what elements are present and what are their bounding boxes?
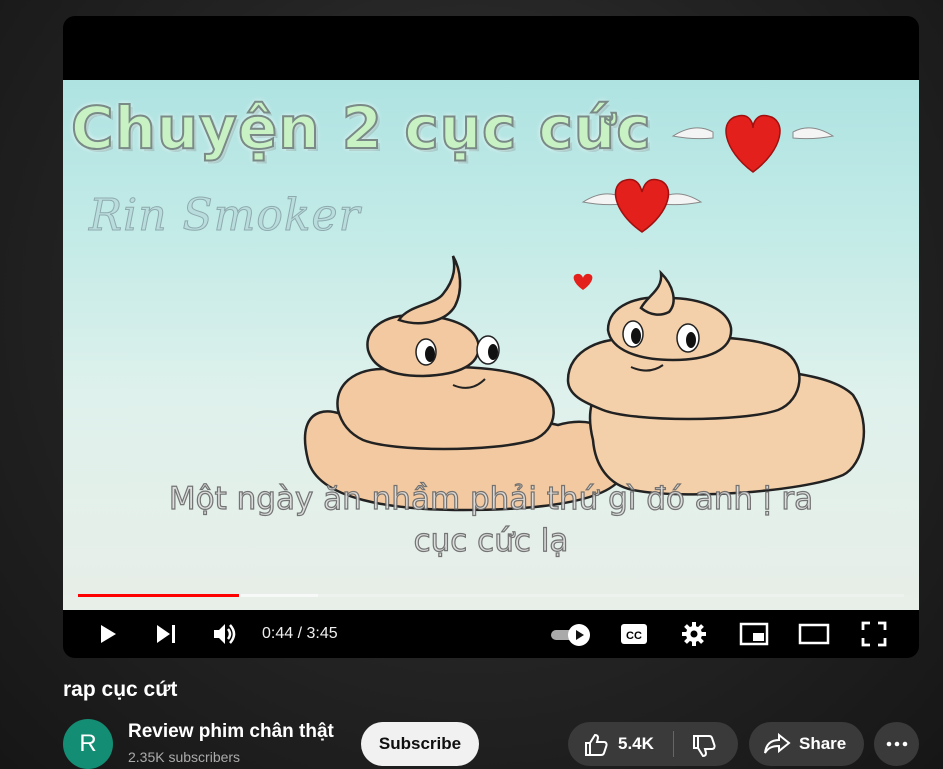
progress-bar[interactable] [78,594,904,597]
theater-icon [798,623,830,645]
right-poop-character [566,269,866,496]
time-display: 0:44 / 3:45 [262,625,338,642]
like-button[interactable]: 5.4K [568,722,673,766]
thumbs-down-icon [693,735,716,758]
next-button[interactable] [150,618,182,650]
miniplayer-icon [739,622,769,646]
autoplay-icon [551,624,590,646]
like-dislike-group: 5.4K [568,722,738,766]
subscriber-count: 2.35K subscribers [128,749,241,765]
played-bar [78,594,240,597]
caption-line: Một ngày ăn nhầm phải thứ gì đó anh ị ra [168,480,814,517]
captions-icon: CC [621,624,647,644]
theater-mode-button[interactable] [798,618,830,650]
fullscreen-icon [861,621,887,647]
volume-icon [214,624,236,644]
subscribe-button[interactable]: Subscribe [361,722,479,766]
player-controls: 0:44 / 3:45 CC [63,610,919,658]
autoplay-toggle[interactable] [549,618,593,650]
share-button[interactable]: Share [749,722,864,766]
next-icon [157,625,175,643]
channel-avatar[interactable]: R [63,719,113,769]
svg-text:CC: CC [626,630,642,642]
video-title: rap cục cứt [63,678,178,701]
video-player[interactable]: Chuyện 2 cục cức Rin Smoker Một ngày ăn … [63,16,919,658]
play-button[interactable] [91,618,123,650]
more-actions-button[interactable] [874,722,919,766]
thumbs-up-icon [585,733,608,756]
small-heart-icon [573,273,593,290]
more-horizontal-icon [886,741,907,747]
video-frame[interactable]: Chuyện 2 cục cức Rin Smoker Một ngày ăn … [63,80,919,610]
video-title-art: Chuyện 2 cục cức [70,93,652,163]
like-count: 5.4K [618,734,654,753]
fullscreen-button[interactable] [858,618,890,650]
caption-line: cục cức lạ [413,522,569,559]
settings-button[interactable] [678,618,710,650]
captions-button[interactable]: CC [618,618,650,650]
gear-icon [682,622,706,646]
channel-name[interactable]: Review phim chân thật [128,721,334,743]
share-label: Share [799,734,847,753]
video-author-art: Rin Smoker [89,190,361,242]
play-icon [101,625,116,643]
captions-overlay: Một ngày ăn nhầm phải thứ gì đó anh ị ra… [63,478,919,562]
share-icon [764,732,791,754]
winged-heart-icon [671,114,835,173]
dislike-button[interactable] [674,722,738,766]
miniplayer-button[interactable] [738,618,770,650]
avatar-letter: R [79,730,97,757]
volume-button[interactable] [208,618,240,650]
winged-heart-icon [581,178,703,233]
